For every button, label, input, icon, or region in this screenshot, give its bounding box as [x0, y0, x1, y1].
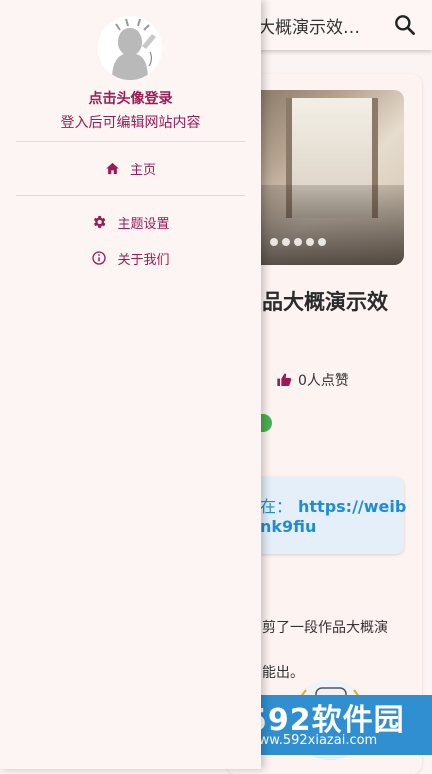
- login-title[interactable]: 点击头像登录: [0, 88, 261, 108]
- home-icon: [106, 162, 119, 174]
- divider: [16, 141, 245, 142]
- navigation-drawer: 点击头像登录 登入后可编辑网站内容 主页 主题设置 关于我们: [0, 0, 261, 769]
- menu-item-label: 关于我们: [117, 252, 170, 268]
- info-icon: [92, 251, 107, 265]
- avatar[interactable]: [98, 16, 162, 80]
- menu-item-about-us[interactable]: 关于我们: [0, 241, 261, 275]
- menu-item-theme-settings[interactable]: 主题设置: [0, 205, 261, 239]
- divider: [16, 195, 245, 196]
- menu-item-home[interactable]: 主页: [0, 151, 261, 185]
- gear-icon: [94, 216, 106, 228]
- menu-item-label: 主题设置: [117, 216, 170, 232]
- menu-item-label: 主页: [129, 162, 156, 178]
- login-subtitle: 登入后可编辑网站内容: [60, 115, 201, 131]
